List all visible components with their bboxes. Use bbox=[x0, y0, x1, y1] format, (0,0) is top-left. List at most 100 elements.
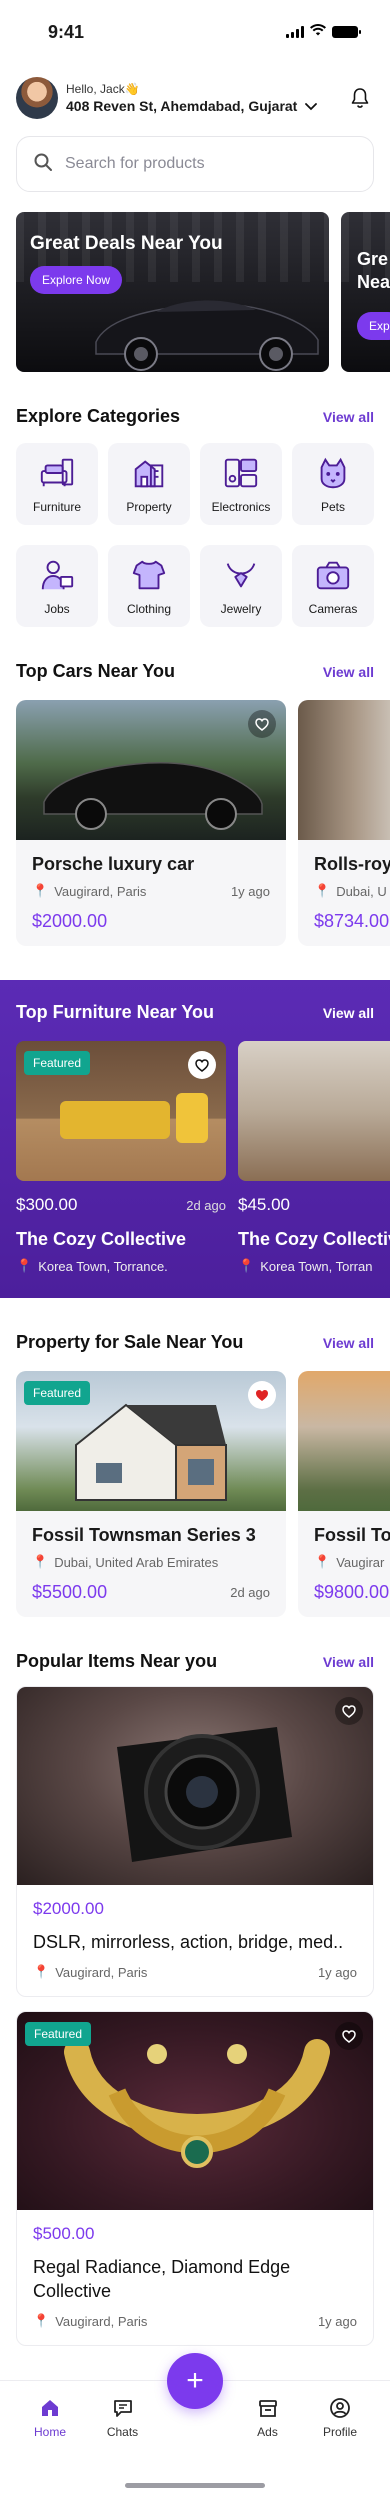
card-title: Rolls-royc bbox=[314, 854, 390, 874]
furniture-card[interactable]: Featured $300.00 2d ago The Cozy Collect… bbox=[16, 1041, 226, 1274]
furniture-image bbox=[238, 1041, 390, 1181]
search-icon bbox=[33, 152, 53, 177]
favorite-button-active[interactable] bbox=[248, 1381, 276, 1409]
category-furniture[interactable]: Furniture bbox=[16, 443, 98, 525]
location-pin-icon: 📍 bbox=[314, 883, 331, 898]
battery-icon bbox=[332, 26, 361, 38]
category-label: Furniture bbox=[32, 500, 82, 514]
property-carousel[interactable]: Featured Fossil Townsman Series 3 📍 Dubai… bbox=[0, 1371, 390, 1617]
featured-badge: Featured bbox=[25, 2022, 92, 2047]
card-price: $300.00 bbox=[16, 1195, 78, 1214]
location-pin-icon: 📍 bbox=[32, 883, 49, 898]
card-age: 1y ago bbox=[317, 2313, 357, 2329]
category-label: Jewelry bbox=[220, 602, 262, 616]
featured-badge: Featured bbox=[24, 1051, 91, 1075]
card-price: $9800.00 bbox=[314, 1582, 390, 1602]
furniture-carousel[interactable]: Featured $300.00 2d ago The Cozy Collect… bbox=[0, 1041, 390, 1274]
view-all-link[interactable]: View all bbox=[323, 1335, 374, 1351]
cars-header: Top Cars Near You View all bbox=[0, 661, 390, 682]
favorite-button[interactable] bbox=[188, 1051, 216, 1079]
card-location: Vaugirard, Paris bbox=[55, 1964, 148, 1980]
card-location: Vaugirar bbox=[336, 1554, 385, 1570]
car-card[interactable]: Rolls-royc 📍 Dubai, U $8734.00 bbox=[298, 700, 390, 946]
category-property[interactable]: Property bbox=[108, 443, 190, 525]
card-price: $8734.00 bbox=[314, 911, 390, 931]
category-pets[interactable]: Pets bbox=[292, 443, 374, 525]
cars-carousel[interactable]: Porsche luxury car 📍 Vaugirard, Paris 1y … bbox=[0, 700, 390, 946]
bottom-navigation: + Home Chats Ads Profile bbox=[0, 2353, 390, 2500]
jewelry-icon bbox=[226, 563, 256, 588]
banner-title: Gre Nea bbox=[357, 249, 390, 293]
furniture-card[interactable]: $45.00 The Cozy Collectiv 📍 Korea Town, T… bbox=[238, 1041, 390, 1274]
card-location: Dubai, U bbox=[336, 883, 387, 899]
property-card[interactable]: Featured Fossil Townsman Series 3 📍 Dubai… bbox=[16, 1371, 286, 1617]
view-all-link[interactable]: View all bbox=[323, 664, 374, 680]
view-all-link[interactable]: View all bbox=[323, 1654, 374, 1670]
card-meta: 📍 Vaugirard, Paris 1y ago bbox=[32, 883, 270, 899]
view-all-link[interactable]: View all bbox=[323, 1005, 374, 1021]
promo-banner[interactable]: Great Deals Near You Explore Now bbox=[16, 212, 329, 372]
profile-icon bbox=[330, 2398, 350, 2419]
furniture-section: Top Furniture Near You View all Featured… bbox=[0, 980, 390, 1298]
camera-image bbox=[17, 1687, 373, 1885]
card-location: Dubai, United Arab Emirates bbox=[54, 1554, 219, 1570]
explore-now-button[interactable]: Explore Now bbox=[30, 266, 123, 294]
category-jewelry[interactable]: Jewelry bbox=[200, 545, 282, 627]
favorite-button[interactable] bbox=[335, 1697, 363, 1725]
category-label: Property bbox=[126, 500, 172, 514]
view-all-link[interactable]: View all bbox=[323, 409, 374, 425]
card-price: $2000.00 bbox=[32, 911, 108, 931]
nav-profile[interactable]: Profile bbox=[310, 2397, 370, 2439]
status-icons bbox=[286, 23, 361, 41]
car-image bbox=[16, 700, 286, 840]
location-selector[interactable]: Hello, Jack👋 408 Reven St, Ahemdabad, Gu… bbox=[66, 82, 346, 114]
category-jobs[interactable]: Jobs bbox=[16, 545, 98, 627]
card-meta: 📍 Dubai, United Arab Emirates bbox=[32, 1554, 270, 1570]
card-title: Fossil Tow bbox=[314, 1525, 390, 1545]
category-label: Jobs bbox=[44, 602, 70, 616]
chat-icon bbox=[113, 2400, 132, 2418]
property-icon bbox=[134, 460, 164, 488]
category-cameras[interactable]: Cameras bbox=[292, 545, 374, 627]
status-time: 9:41 bbox=[48, 21, 85, 42]
card-meta: 📍 Vaugirard, Paris 1y ago bbox=[33, 2313, 357, 2329]
popular-item-card[interactable]: Featured $500.00 Regal Radiance, Diamond… bbox=[16, 2011, 374, 2347]
search-bar[interactable] bbox=[16, 136, 374, 192]
home-indicator bbox=[125, 2483, 265, 2489]
category-label: Cameras bbox=[308, 602, 358, 616]
category-grid: Furniture Property Electronics Pets Jobs… bbox=[0, 443, 390, 627]
car-card[interactable]: Porsche luxury car 📍 Vaugirard, Paris 1y … bbox=[16, 700, 286, 946]
card-price: $500.00 bbox=[33, 2224, 95, 2244]
category-clothing[interactable]: Clothing bbox=[108, 545, 190, 627]
card-meta: 📍 Vaugirard, Paris 1y ago bbox=[33, 1964, 357, 1980]
category-electronics[interactable]: Electronics bbox=[200, 443, 282, 525]
card-title: Porsche luxury car bbox=[32, 854, 195, 874]
explore-button[interactable]: Exp bbox=[357, 312, 390, 340]
nav-ads[interactable]: Ads bbox=[238, 2397, 298, 2439]
card-body: Porsche luxury car 📍 Vaugirard, Paris 1y … bbox=[16, 840, 286, 946]
favorite-button[interactable] bbox=[335, 2022, 363, 2051]
section-title: Top Furniture Near You bbox=[16, 1002, 215, 1022]
featured-badge: Featured bbox=[24, 1381, 91, 1405]
card-age: 2d ago bbox=[230, 1585, 270, 1600]
category-label: Clothing bbox=[126, 602, 172, 616]
location-pin-icon: 📍 bbox=[33, 2313, 50, 2329]
address-text: 408 Reven St, Ahemdabad, Gujarat bbox=[66, 98, 298, 114]
card-meta: 📍 Dubai, U bbox=[314, 883, 390, 899]
clothing-icon bbox=[132, 560, 166, 590]
bell-icon[interactable] bbox=[346, 84, 374, 112]
nav-chats[interactable]: Chats bbox=[93, 2397, 153, 2439]
property-card[interactable]: Fossil Tow 📍 Vaugirar $9800.00 bbox=[298, 1371, 390, 1617]
favorite-button[interactable] bbox=[248, 710, 276, 738]
popular-item-card[interactable]: $2000.00 DSLR, mirrorless, action, bridg… bbox=[16, 1686, 374, 1998]
card-meta: $300.00 2d ago bbox=[16, 1195, 226, 1215]
avatar[interactable] bbox=[16, 77, 58, 119]
card-age: 2d ago bbox=[186, 1197, 226, 1213]
search-input[interactable] bbox=[65, 155, 357, 173]
banner-carousel[interactable]: Great Deals Near You Explore Now Gre Nea… bbox=[0, 212, 390, 372]
post-ad-button[interactable]: + bbox=[167, 2353, 223, 2410]
promo-banner-next[interactable]: Gre Nea Exp bbox=[341, 212, 390, 372]
nav-home[interactable]: Home bbox=[20, 2397, 80, 2439]
card-body: Rolls-royc 📍 Dubai, U $8734.00 bbox=[298, 840, 390, 946]
status-bar: 9:41 bbox=[0, 0, 390, 64]
